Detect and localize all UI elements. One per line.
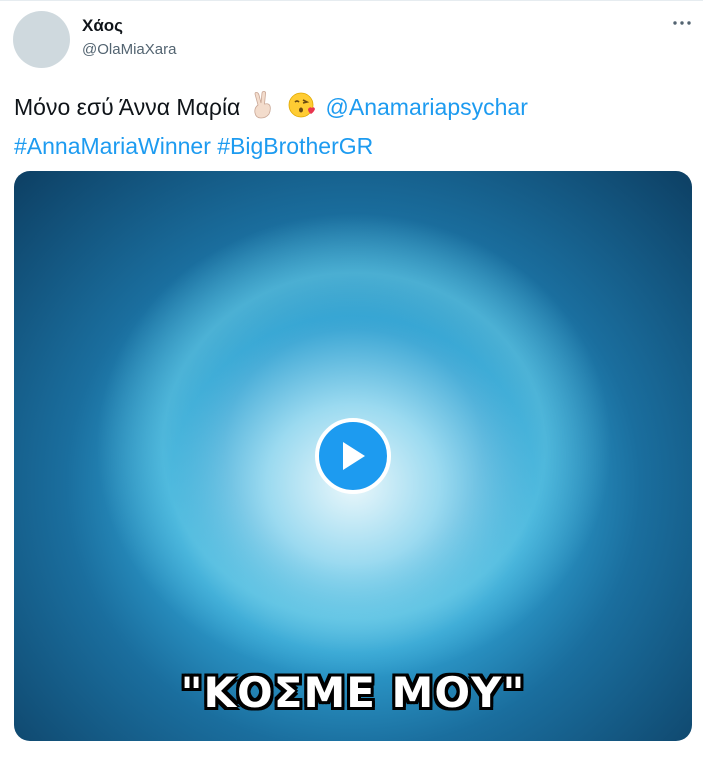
play-icon <box>343 442 365 470</box>
more-options-icon[interactable] <box>671 12 693 34</box>
victory-hand-emoji <box>250 91 276 129</box>
video-caption: "ΚΟΣΜΕ ΜΟΥ" <box>180 668 526 717</box>
display-name[interactable]: Χάος <box>82 16 123 36</box>
hashtag-bigbrothergr[interactable]: #BigBrotherGR <box>217 133 373 159</box>
hashtag-annamariawinner[interactable]: #AnnaMariaWinner <box>14 133 211 159</box>
avatar[interactable] <box>13 11 70 68</box>
tweet-text: Μόνο εσύ Άννα Μαρία @Anamariapsychar #An… <box>14 90 694 164</box>
mention-link[interactable]: @Anamariapsychar <box>326 94 528 120</box>
play-button[interactable] <box>315 418 391 494</box>
face-blowing-kiss-emoji <box>288 91 316 129</box>
user-handle[interactable]: @OlaMiaXara <box>82 41 176 59</box>
top-divider <box>0 0 703 1</box>
video-media[interactable]: "ΚΟΣΜΕ ΜΟΥ" <box>14 171 692 741</box>
tweet-text-plain: Μόνο εσύ Άννα Μαρία <box>14 94 241 120</box>
